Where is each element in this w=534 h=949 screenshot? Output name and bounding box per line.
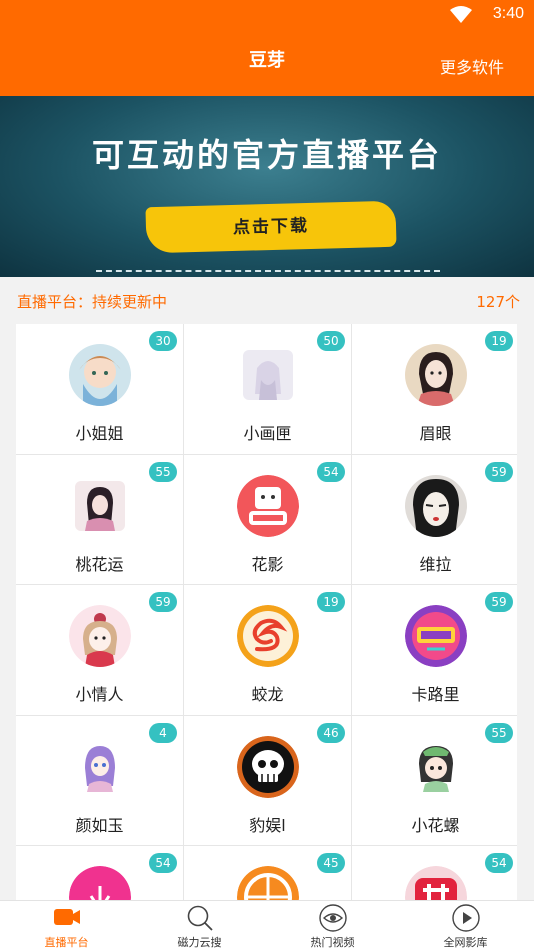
platform-card[interactable]: 59 小情人: [16, 585, 183, 715]
platform-card[interactable]: 45: [184, 846, 351, 900]
tab-label: 热门视频: [310, 936, 355, 949]
count-badge: 19: [317, 592, 345, 612]
tab-live-platforms[interactable]: 直播平台: [0, 901, 133, 949]
banner-headline: 可互动的官方直播平台: [91, 136, 442, 174]
count-badge: 19: [485, 331, 513, 351]
section-header: 直播平台：持续更新中 127个: [0, 277, 534, 324]
platform-card[interactable]: 46 豹娱l: [184, 715, 351, 845]
platform-card[interactable]: 59 卡路里: [352, 585, 517, 715]
pink-logo-icon: [68, 866, 131, 900]
peach-blossom-girl-icon: [74, 480, 125, 531]
red-logo-icon: [404, 866, 467, 900]
count-badge: 59: [485, 592, 513, 612]
tab-label: 磁力云搜: [177, 936, 222, 949]
platform-name: 豹娱l: [249, 815, 286, 835]
classical-lady-icon: [404, 344, 467, 406]
count-badge: 59: [485, 461, 513, 482]
banner-divider: [96, 270, 440, 272]
bottom-tab-bar: 直播平台 磁力云搜 热门视频 全网影库: [0, 900, 534, 949]
count-badge: 50: [317, 331, 345, 351]
tab-movie-library[interactable]: 全网影库: [399, 901, 532, 949]
tab-label: 直播平台: [44, 936, 89, 949]
cartoon-girl-icon: [68, 605, 131, 667]
girl-avatar-icon: [68, 344, 131, 406]
count-badge: 55: [485, 722, 513, 743]
platform-name: 小姐姐: [75, 424, 124, 443]
platform-name: 眉眼: [419, 424, 452, 443]
count-badge: 55: [149, 461, 177, 482]
platform-count: 127个: [476, 293, 520, 311]
tab-magnet-search[interactable]: 磁力云搜: [133, 901, 266, 949]
platform-name: 颜如玉: [75, 815, 124, 835]
platform-name: 花影: [251, 554, 284, 574]
platform-card[interactable]: 19 眉眼: [352, 324, 517, 454]
platform-card[interactable]: 55 桃花运: [16, 454, 183, 584]
camera-icon: [53, 909, 80, 925]
platform-name: 桃花运: [75, 554, 124, 574]
count-badge: 59: [149, 592, 177, 612]
count-badge: 54: [485, 853, 513, 873]
tab-label: 全网影库: [443, 936, 488, 949]
platform-card[interactable]: 19 蛟龙: [184, 585, 351, 715]
dragon-logo-icon: [236, 605, 299, 667]
status-time: 3:40: [492, 5, 524, 22]
painting-avatar-icon: [242, 350, 293, 400]
platform-name: 卡路里: [411, 685, 460, 704]
platform-name: 维拉: [419, 554, 452, 574]
orange-logo-icon: [236, 866, 299, 900]
count-badge: 45: [317, 853, 345, 873]
anime-girl-icon: [74, 741, 125, 792]
platform-card[interactable]: 59 维拉: [352, 454, 517, 584]
count-badge: 4: [149, 722, 177, 743]
platform-card[interactable]: 4 颜如玉: [16, 715, 183, 845]
search-icon: [187, 905, 213, 931]
kaluli-logo-icon: [404, 605, 467, 667]
opera-face-icon: [404, 474, 467, 537]
eye-icon: [318, 904, 347, 932]
platform-name: 小花螺: [411, 815, 460, 835]
chibi-girl-icon: [410, 741, 461, 792]
platform-name: 小情人: [75, 685, 124, 704]
platform-name: 蛟龙: [251, 685, 284, 704]
platform-card[interactable]: 54 花影: [184, 454, 351, 584]
count-badge: 30: [149, 331, 177, 351]
download-button[interactable]: 点击下载: [145, 200, 397, 254]
app-bar: 豆芽 更多软件: [0, 30, 534, 96]
status-bar: 3:40: [0, 0, 534, 30]
platform-name: 小画匣: [243, 424, 292, 443]
wifi-icon: [450, 6, 472, 23]
tab-hot-videos[interactable]: 热门视频: [266, 901, 399, 949]
section-label: 直播平台：持续更新中: [17, 293, 168, 311]
platform-card[interactable]: 54: [16, 846, 183, 900]
platform-card[interactable]: 50 小画匣: [184, 324, 351, 454]
skull-logo-icon: [236, 735, 299, 798]
play-icon: [451, 904, 480, 932]
more-software-button[interactable]: 更多软件: [440, 54, 504, 78]
count-badge: 54: [317, 461, 345, 482]
count-badge: 54: [149, 853, 177, 873]
platform-card[interactable]: 54: [352, 846, 517, 900]
platform-grid: 30 小姐姐 50 小画匣 19 眉眼 55 桃花运 54 花影 59 维拉 5…: [16, 324, 517, 900]
platform-card[interactable]: 30 小姐姐: [16, 324, 183, 454]
count-badge: 46: [317, 722, 345, 743]
promo-banner[interactable]: 可互动的官方直播平台 点击下载: [0, 96, 534, 277]
flower-shadow-logo-icon: [236, 474, 299, 537]
platform-card[interactable]: 55 小花螺: [352, 715, 517, 845]
